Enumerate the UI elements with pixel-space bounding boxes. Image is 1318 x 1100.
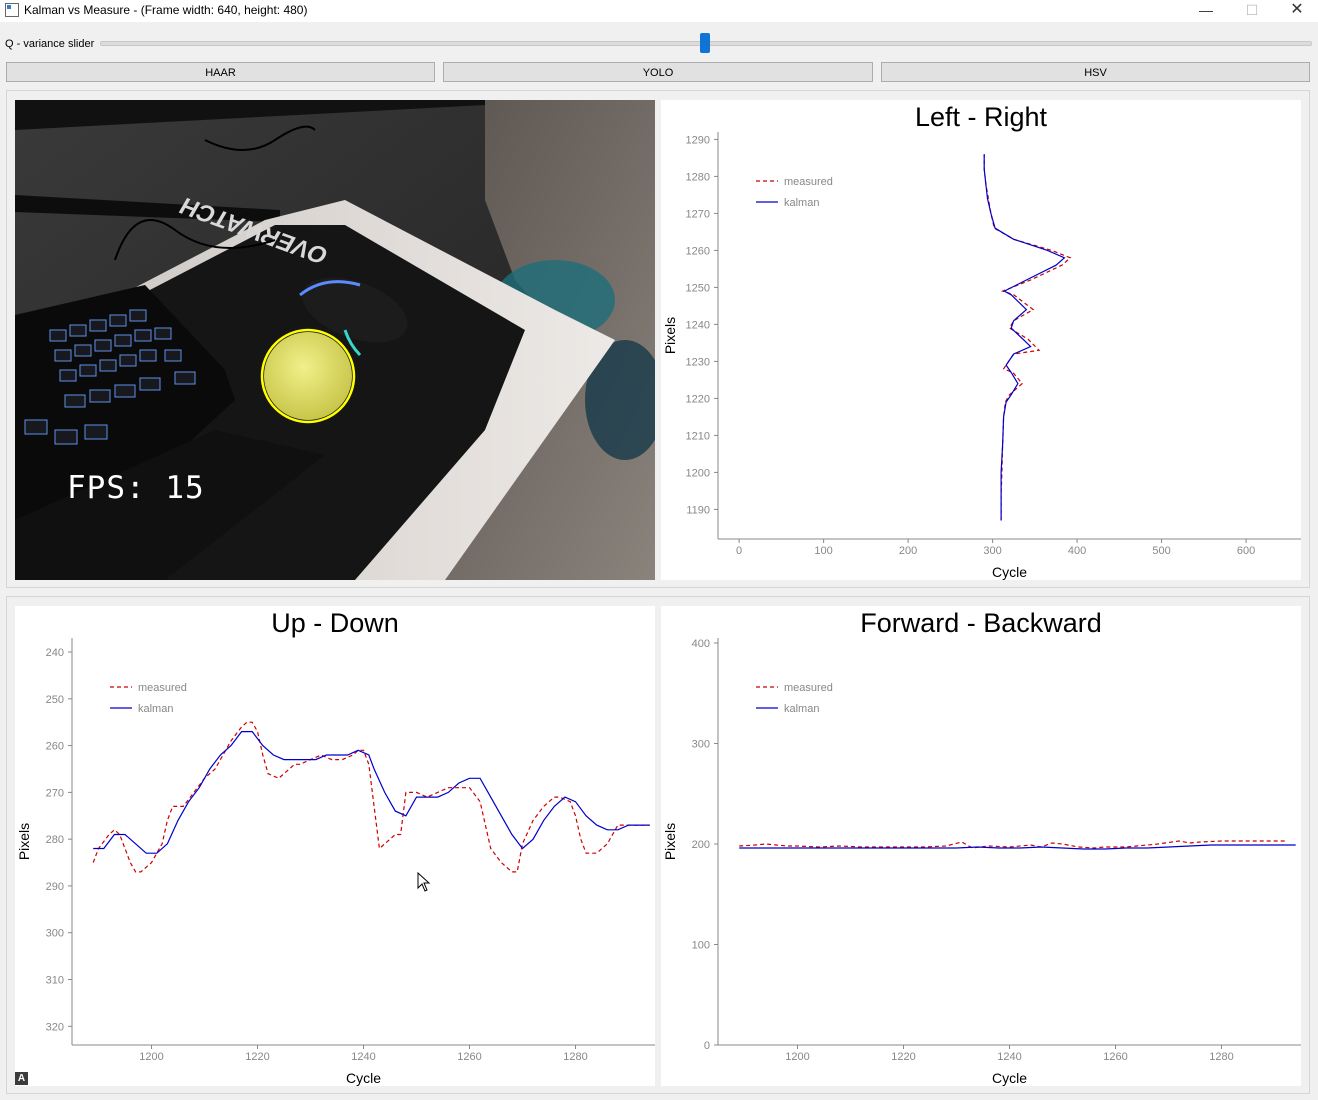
y-tick-label: 1280	[686, 171, 710, 183]
hsv-button[interactable]: HSV	[881, 62, 1310, 82]
x-tick-label: 1240	[997, 1051, 1021, 1063]
x-tick-label: 400	[1068, 545, 1086, 557]
close-button[interactable]: ✕	[1274, 0, 1318, 22]
legend-label-kalman: kalman	[138, 703, 173, 715]
legend-label-kalman: kalman	[784, 197, 819, 209]
x-tick-label: 200	[899, 545, 917, 557]
left-right-plot-panel: Left - Right 1190 1200 1210 1220 1230 1240 125…	[661, 100, 1301, 580]
x-tick-label: 1220	[245, 1051, 269, 1063]
q-variance-slider-label: Q - variance slider	[5, 38, 95, 50]
y-axis-title: Pixels	[16, 823, 32, 860]
y-tick-label: 300	[692, 739, 710, 751]
x-tick-label: 1200	[139, 1051, 163, 1063]
y-tick-label: 1190	[686, 504, 710, 516]
measured-series-line	[983, 154, 1072, 521]
x-axis-title: Cycle	[346, 1070, 381, 1086]
y-tick-label: 320	[46, 1021, 64, 1033]
y-tick-label: 240	[46, 647, 64, 659]
y-tick-label: 1240	[686, 319, 710, 331]
app-icon	[5, 3, 19, 17]
fps-counter: FPS: 15	[67, 470, 205, 506]
y-tick-label: 290	[46, 881, 64, 893]
y-tick-label: 200	[692, 839, 710, 851]
mouse-cursor-icon	[417, 872, 431, 892]
y-tick-label: 270	[46, 787, 64, 799]
legend-label-measured: measured	[784, 682, 833, 694]
x-tick-label: 1220	[891, 1051, 915, 1063]
x-axis-title: Cycle	[992, 564, 1027, 580]
y-tick-label: 1270	[686, 208, 710, 220]
x-tick-label: 500	[1152, 545, 1170, 557]
legend-label-kalman: kalman	[784, 703, 819, 715]
camera-scene: OVERWATCH	[15, 100, 655, 580]
y-tick-label: 260	[46, 741, 64, 753]
camera-feed: OVERWATCH FPS: 15	[15, 100, 655, 580]
measured-series-line	[739, 840, 1286, 849]
y-tick-label: 300	[46, 928, 64, 940]
up-down-plot-panel: Up - Down 240 250 260 270 280 290 300 310 320 120…	[15, 606, 655, 1086]
y-tick-label: 250	[46, 694, 64, 706]
x-tick-label: 1260	[1103, 1051, 1127, 1063]
x-tick-label: 1280	[1209, 1051, 1233, 1063]
legend-label-measured: measured	[138, 682, 187, 694]
window-title-bar: Kalman vs Measure - (Frame width: 640, h…	[0, 0, 1318, 22]
y-axis-title: Pixels	[662, 823, 678, 860]
y-axis-title: Pixels	[662, 317, 678, 354]
x-tick-label: 100	[814, 545, 832, 557]
y-tick-label: 1200	[686, 467, 710, 479]
yolo-button[interactable]: YOLO	[443, 62, 873, 82]
q-variance-slider-handle[interactable]	[700, 33, 710, 53]
x-tick-label: 300	[983, 545, 1001, 557]
forward-backward-plot-panel: Forward - Backward 0 100 200 300 400 1200 1220…	[661, 606, 1301, 1086]
y-tick-label: 400	[692, 638, 710, 650]
y-tick-label: 0	[704, 1040, 710, 1052]
x-axis-title: Cycle	[992, 1070, 1027, 1086]
y-tick-label: 1260	[686, 245, 710, 257]
y-tick-label: 100	[692, 940, 710, 952]
x-tick-label: 1260	[457, 1051, 481, 1063]
minimize-button[interactable]: —	[1183, 0, 1229, 22]
y-tick-label: 1230	[686, 356, 710, 368]
forward-backward-chart: 0 100 200 300 400 1200 1220 1240 1260 1280 Cycle Pi…	[662, 638, 1301, 1086]
y-tick-label: 1210	[686, 430, 710, 442]
haar-button[interactable]: HAAR	[6, 62, 435, 82]
tennis-ball	[264, 332, 352, 420]
y-tick-label: 1220	[686, 393, 710, 405]
x-tick-label: 1240	[351, 1051, 375, 1063]
x-tick-label: 0	[736, 545, 742, 557]
y-tick-label: 1290	[686, 134, 710, 146]
x-tick-label: 1280	[563, 1051, 587, 1063]
y-tick-label: 310	[46, 975, 64, 987]
kalman-series-line	[93, 730, 650, 854]
y-tick-label: 1250	[686, 282, 710, 294]
window-title: Kalman vs Measure - (Frame width: 640, h…	[24, 3, 308, 17]
x-tick-label: 1200	[785, 1051, 809, 1063]
left-right-chart: 1190 1200 1210 1220 1230 1240 1250 1260 1270 1280…	[662, 132, 1301, 580]
x-tick-label: 600	[1237, 545, 1255, 557]
up-down-chart: 240 250 260 270 280 290 300 310 320 1200 1220 1240 1…	[16, 638, 655, 1086]
kalman-series-line	[739, 844, 1296, 850]
input-method-icon: A	[15, 1072, 28, 1085]
legend-label-measured: measured	[784, 176, 833, 188]
maximize-button[interactable]: ☐	[1229, 0, 1275, 22]
y-tick-label: 280	[46, 834, 64, 846]
